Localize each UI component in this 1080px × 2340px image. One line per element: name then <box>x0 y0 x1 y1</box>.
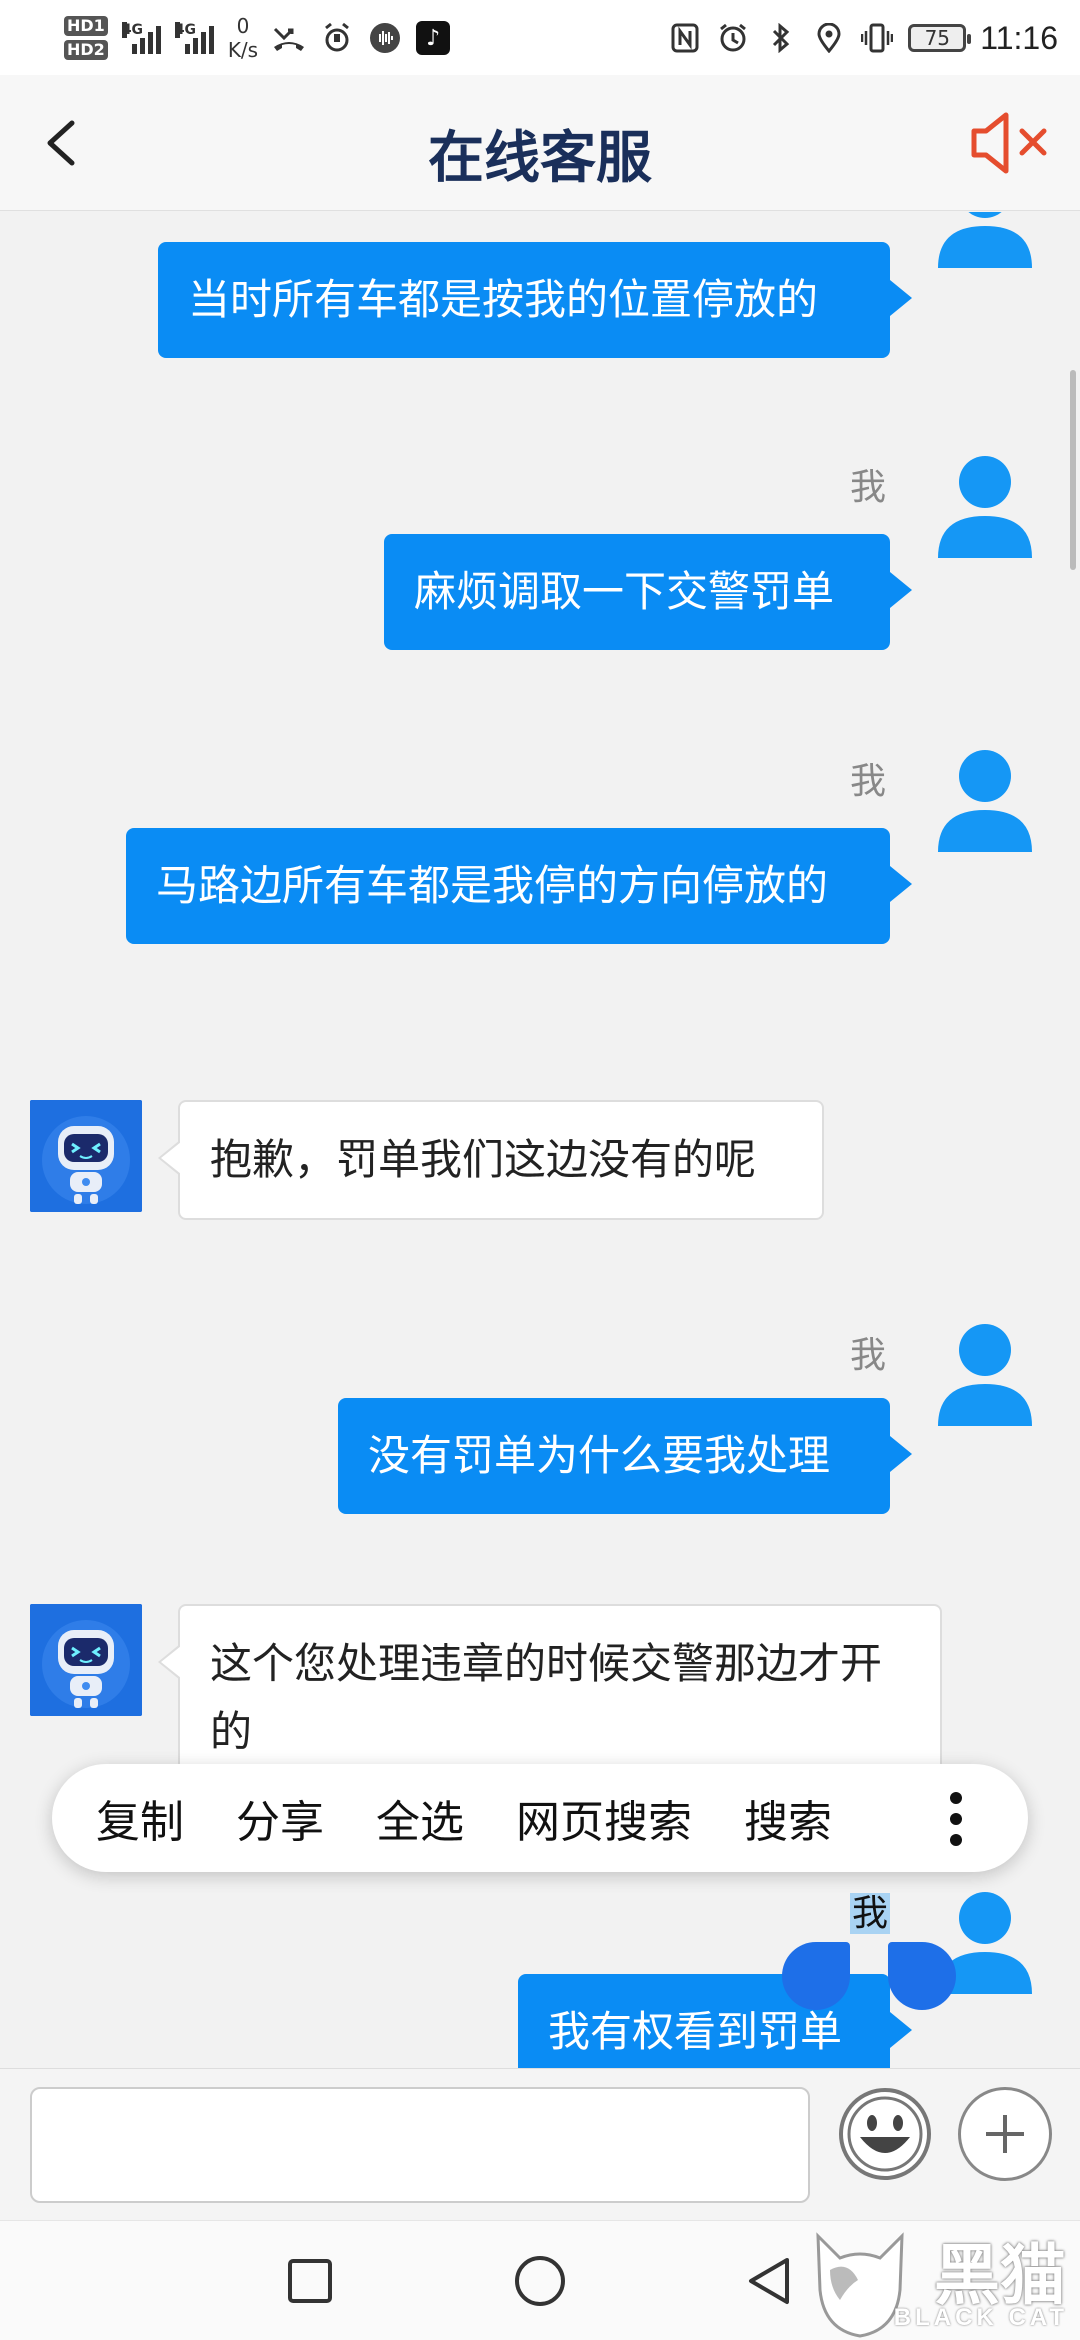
message-text: 我有权看到罚单 <box>548 2007 843 2056</box>
watermark-subtext: BLACK CAT <box>893 2304 1068 2331</box>
location-icon <box>812 21 846 55</box>
hd1-icon: HD1 <box>64 16 108 36</box>
emoji-button[interactable] <box>838 2087 932 2181</box>
user-avatar[interactable] <box>936 212 1034 270</box>
message-text: 这个您处理违章的时候交警那边才开的 <box>210 1639 883 1756</box>
user-avatar-icon <box>938 212 1032 268</box>
message-text: 麻烦调取一下交警罚单 <box>414 567 835 616</box>
user-avatar-icon <box>938 456 1032 558</box>
status-right: 75 11:16 <box>668 8 1058 68</box>
selection-start-handle[interactable] <box>782 1942 850 2010</box>
message-bubble-in[interactable]: 抱歉，罚单我们这边没有的呢 <box>158 1100 824 1220</box>
status-left: HD1 HD2 4G 4G 0 K/s ♪ <box>64 8 451 68</box>
robot-icon <box>30 1604 142 1716</box>
alarm-clock-icon <box>716 21 750 55</box>
app-header: 在线客服 <box>0 75 1080 211</box>
smiley-icon <box>839 2088 931 2180</box>
battery-indicator: 75 <box>908 24 972 52</box>
menu-item-web-search[interactable]: 网页搜索 <box>516 1786 692 1850</box>
robot-icon <box>30 1100 142 1212</box>
selection-end-handle[interactable] <box>888 1942 956 2010</box>
selected-text[interactable]: 我 <box>850 1893 891 1934</box>
status-bar: HD1 HD2 4G 4G 0 K/s ♪ 75 11:16 <box>0 0 1080 75</box>
nav-back-button[interactable] <box>738 2249 802 2313</box>
home-button[interactable] <box>508 2249 572 2313</box>
menu-item-select-all[interactable]: 全选 <box>376 1786 464 1850</box>
menu-item-search[interactable]: 搜索 <box>744 1786 832 1850</box>
vibrate-icon <box>860 21 894 55</box>
user-avatar[interactable] <box>936 746 1034 854</box>
home-icon <box>515 2256 565 2306</box>
back-icon <box>749 2258 789 2304</box>
sender-name: 我 <box>850 467 887 508</box>
nfc-icon <box>668 21 702 55</box>
alarm-icon <box>320 21 354 55</box>
message-bubble-out[interactable]: 当时所有车都是按我的位置停放的 <box>158 242 912 358</box>
bot-avatar[interactable] <box>30 1604 142 1716</box>
watermark: 黑猫 BLACK CAT <box>800 2222 1080 2340</box>
hd-indicators: HD1 HD2 <box>64 16 108 60</box>
input-bar <box>0 2068 1080 2220</box>
menu-item-share[interactable]: 分享 <box>236 1786 324 1850</box>
message-input[interactable] <box>30 2087 810 2203</box>
bot-avatar[interactable] <box>30 1100 142 1212</box>
sender-name: 我 <box>850 1884 891 1936</box>
signal1-icon: 4G <box>121 22 161 54</box>
user-avatar-icon <box>938 750 1032 852</box>
tiktok-icon: ♪ <box>416 21 451 55</box>
message-text: 当时所有车都是按我的位置停放的 <box>188 275 819 324</box>
signal2-icon: 4G <box>174 22 214 54</box>
more-vertical-icon[interactable] <box>948 1792 964 1846</box>
user-avatar[interactable] <box>936 1320 1034 1428</box>
menu-item-copy[interactable]: 复制 <box>96 1786 184 1850</box>
text-selection-menu: 复制 分享 全选 网页搜索 搜索 <box>52 1764 1028 1872</box>
network-speed: 0 K/s <box>227 14 259 62</box>
speaker-muted-icon <box>971 112 1047 174</box>
clock: 11:16 <box>980 19 1058 56</box>
scrollbar[interactable] <box>1070 370 1076 570</box>
message-text: 马路边所有车都是我停的方向停放的 <box>156 861 829 910</box>
plus-button[interactable] <box>958 2087 1052 2181</box>
plus-icon <box>986 2115 1024 2153</box>
sender-name: 我 <box>850 761 887 802</box>
page-title: 在线客服 <box>428 126 652 191</box>
message-bubble-out[interactable]: 马路边所有车都是我停的方向停放的 <box>126 828 912 944</box>
message-bubble-out[interactable]: 没有罚单为什么要我处理 <box>338 1398 912 1514</box>
message-bubble-out[interactable]: 麻烦调取一下交警罚单 <box>384 534 912 650</box>
bluetooth-icon <box>764 21 798 55</box>
message-text: 没有罚单为什么要我处理 <box>368 1431 831 1480</box>
recent-apps-button[interactable] <box>278 2249 342 2313</box>
sender-name: 我 <box>850 1335 887 1376</box>
user-avatar[interactable] <box>936 452 1034 560</box>
message-text: 抱歉，罚单我们这边没有的呢 <box>210 1135 757 1184</box>
recent-apps-icon <box>288 2259 332 2303</box>
hd2-icon: HD2 <box>64 40 108 60</box>
mute-toggle-button[interactable] <box>968 105 1058 181</box>
user-avatar-icon <box>938 1324 1032 1426</box>
audio-icon <box>368 21 402 55</box>
missed-call-icon <box>272 21 306 55</box>
